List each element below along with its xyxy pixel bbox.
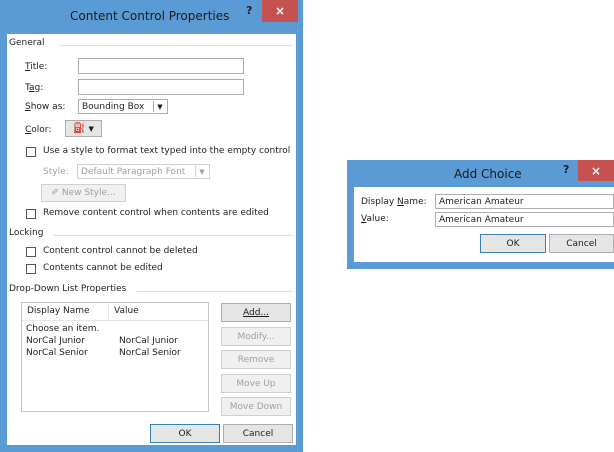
divider bbox=[59, 45, 293, 46]
close-button[interactable]: × bbox=[262, 0, 298, 22]
move-up-button[interactable]: Move Up bbox=[221, 374, 291, 393]
display-name-label: Display Name: bbox=[361, 197, 427, 207]
new-style-icon: ✐ bbox=[51, 188, 59, 198]
divider bbox=[53, 235, 293, 236]
ok-button-label: OK bbox=[178, 428, 192, 439]
title-input[interactable] bbox=[78, 58, 244, 74]
add-button-label: Add... bbox=[242, 307, 269, 318]
value-input[interactable]: American Amateur bbox=[435, 212, 614, 227]
chevron-down-icon: ▼ bbox=[153, 101, 166, 112]
dropdown-list[interactable]: Display Name Value Choose an item. NorCa… bbox=[21, 302, 209, 412]
modify-button-label: Modify... bbox=[237, 331, 275, 342]
divider bbox=[137, 291, 293, 292]
column-header-display-name[interactable]: Display Name bbox=[27, 306, 90, 316]
dialog-body: Display Name: American Amateur Value: Am… bbox=[354, 187, 614, 262]
style-select[interactable]: Default Paragraph Font ▼ bbox=[77, 164, 210, 179]
remove-button-label: Remove bbox=[237, 354, 275, 365]
list-item-display: Choose an item. bbox=[26, 324, 100, 334]
ok-button[interactable]: OK bbox=[480, 234, 546, 253]
column-separator bbox=[108, 303, 109, 320]
title-label: Title: bbox=[25, 62, 48, 72]
ok-button-label: OK bbox=[506, 238, 520, 249]
tag-label: Tag: bbox=[25, 83, 44, 93]
group-dropdown-label: Drop-Down List Properties bbox=[9, 284, 127, 294]
help-icon[interactable]: ? bbox=[563, 163, 569, 176]
show-as-value: Bounding Box bbox=[82, 102, 145, 112]
show-as-label: Show as: bbox=[25, 102, 66, 112]
list-item-display: NorCal Senior bbox=[26, 348, 88, 358]
column-header-value[interactable]: Value bbox=[114, 306, 139, 316]
ok-button[interactable]: OK bbox=[150, 424, 220, 443]
new-style-button[interactable]: ✐ New Style... bbox=[41, 184, 126, 202]
chevron-down-icon: ▼ bbox=[88, 124, 94, 133]
chevron-down-icon: ▼ bbox=[195, 166, 208, 177]
cannot-edit-checkbox[interactable] bbox=[26, 264, 36, 274]
help-icon[interactable]: ? bbox=[246, 4, 252, 17]
show-as-select[interactable]: Bounding Box ▼ bbox=[78, 99, 168, 114]
cannot-delete-label: Content control cannot be deleted bbox=[43, 246, 198, 256]
remove-button[interactable]: Remove bbox=[221, 350, 291, 369]
list-item-value: NorCal Senior bbox=[119, 348, 181, 358]
add-choice-dialog: Add Choice ? × Display Name: American Am… bbox=[347, 160, 614, 269]
tag-input[interactable] bbox=[78, 79, 244, 95]
list-item-value: NorCal Junior bbox=[119, 336, 178, 346]
dialog-body: General Title: Tag: Show as: Bounding Bo… bbox=[7, 34, 296, 445]
modify-button[interactable]: Modify... bbox=[221, 327, 291, 346]
cannot-edit-label: Contents cannot be edited bbox=[43, 263, 163, 273]
list-item[interactable]: Choose an item. bbox=[22, 324, 208, 336]
display-name-input[interactable]: American Amateur bbox=[435, 194, 614, 209]
use-style-label: Use a style to format text typed into th… bbox=[43, 146, 291, 156]
remove-control-label: Remove content control when contents are… bbox=[43, 208, 269, 218]
move-down-button[interactable]: Move Down bbox=[221, 397, 291, 416]
cancel-button-label: Cancel bbox=[566, 238, 597, 249]
move-up-button-label: Move Up bbox=[236, 378, 276, 389]
cancel-button-label: Cancel bbox=[242, 428, 274, 439]
style-label: Style: bbox=[43, 167, 69, 177]
dialog-title: Content Control Properties bbox=[70, 9, 230, 23]
dialog-title: Add Choice bbox=[454, 167, 522, 181]
add-button[interactable]: Add... bbox=[221, 303, 291, 322]
cannot-delete-checkbox[interactable] bbox=[26, 247, 36, 257]
new-style-label: New Style... bbox=[61, 188, 116, 198]
close-icon: × bbox=[590, 163, 602, 178]
cancel-button[interactable]: Cancel bbox=[549, 234, 614, 253]
color-picker-button[interactable]: ⛽ ▼ bbox=[65, 120, 102, 137]
list-item-display: NorCal Junior bbox=[26, 336, 85, 346]
remove-control-checkbox[interactable] bbox=[26, 209, 36, 219]
value-label: Value: bbox=[361, 214, 389, 224]
close-button[interactable]: × bbox=[578, 160, 614, 181]
group-locking-label: Locking bbox=[9, 228, 44, 238]
color-label: Color: bbox=[25, 125, 52, 135]
use-style-checkbox[interactable] bbox=[26, 147, 36, 157]
list-item[interactable]: NorCal Junior NorCal Junior bbox=[22, 336, 208, 348]
group-general-label: General bbox=[9, 38, 45, 48]
close-icon: × bbox=[274, 4, 286, 18]
paint-bucket-icon: ⛽ bbox=[73, 123, 86, 134]
cancel-button[interactable]: Cancel bbox=[223, 424, 293, 443]
list-item[interactable]: NorCal Senior NorCal Senior bbox=[22, 348, 208, 360]
list-header: Display Name Value bbox=[22, 303, 208, 321]
style-value: Default Paragraph Font bbox=[81, 167, 186, 177]
content-control-properties-dialog: Content Control Properties ? × General T… bbox=[0, 0, 303, 452]
move-down-button-label: Move Down bbox=[229, 401, 283, 412]
